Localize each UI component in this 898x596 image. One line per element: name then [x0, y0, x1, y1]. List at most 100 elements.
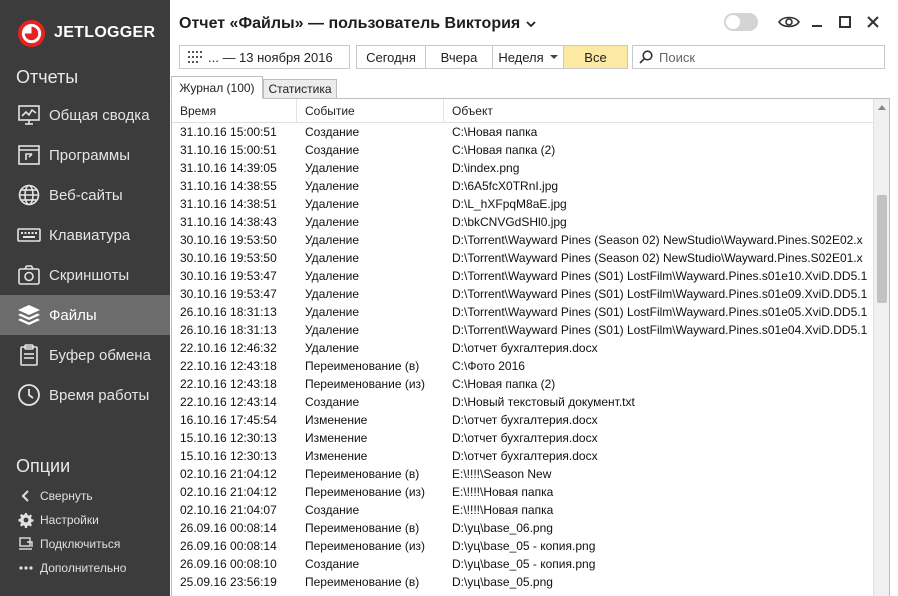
search-input[interactable]: [659, 49, 869, 65]
minimize-button[interactable]: [804, 11, 830, 33]
table-row[interactable]: 30.10.16 19:53:50 Удаление D:\Torrent\Wayw…: [172, 249, 874, 267]
event-cell: Удаление: [305, 251, 360, 265]
period-label: Сегодня: [366, 49, 416, 65]
search-icon: [639, 50, 653, 64]
date-range-picker[interactable]: ... — 13 ноября 2016: [179, 45, 350, 69]
sidebar-item-keyboard[interactable]: Клавиатура: [0, 215, 170, 255]
tab-statistics[interactable]: Статистика: [263, 79, 337, 99]
time-cell: 02.10.16 21:04:07: [180, 503, 277, 517]
table-row[interactable]: 31.10.16 14:38:43 Удаление D:\bkCNVGdSHl0.…: [172, 213, 874, 231]
connect-button[interactable]: Подключиться: [0, 532, 170, 556]
table-row[interactable]: 22.10.16 12:46:32 Удаление D:\отчет бухгал…: [172, 339, 874, 357]
table-row[interactable]: 22.10.16 12:43:18 Переименование (в) C:\Фо…: [172, 357, 874, 375]
time-cell: 31.10.16 14:38:51: [180, 197, 277, 211]
time-cell: 26.10.16 18:31:13: [180, 305, 277, 319]
close-button[interactable]: [860, 11, 886, 33]
object-cell: D:\Torrent\Wayward Pines (S01) LostFilm\…: [452, 323, 868, 337]
period-yesterday-button[interactable]: Вчера: [426, 45, 493, 69]
user-selector[interactable]: Отчет «Файлы» — пользователь Виктория: [179, 15, 536, 33]
visibility-button[interactable]: [776, 11, 802, 33]
toggle-switch[interactable]: [724, 13, 758, 31]
scroll-up-arrow-icon[interactable]: [878, 105, 886, 110]
maximize-button[interactable]: [832, 11, 858, 33]
event-cell: Переименование (в): [305, 359, 420, 373]
table-row[interactable]: 26.09.16 00:08:14 Переименование (в) D:\yц…: [172, 519, 874, 537]
sidebar-item-summary[interactable]: Общая сводка: [0, 95, 170, 135]
search-box: [632, 45, 885, 69]
table-row[interactable]: 31.10.16 14:38:51 Удаление D:\L_hXFpqM8aE.…: [172, 195, 874, 213]
object-cell: C:\Новая папка: [452, 125, 538, 139]
vertical-scrollbar[interactable]: [873, 99, 889, 596]
table-row[interactable]: 22.10.16 12:43:18 Переименование (из) C:\Н…: [172, 375, 874, 393]
table-row[interactable]: 26.09.16 00:08:10 Создание D:\yц\base_05 -…: [172, 555, 874, 573]
option-label: Свернуть: [40, 489, 93, 503]
object-cell: D:\yц\base_05.png: [452, 575, 553, 589]
more-dots-icon: [19, 566, 33, 570]
table-row[interactable]: 26.10.16 18:31:13 Удаление D:\Torrent\Wayw…: [172, 321, 874, 339]
settings-button[interactable]: Настройки: [0, 508, 170, 532]
column-header-event[interactable]: Событие: [297, 99, 444, 123]
gear-icon: [18, 513, 34, 528]
sidebar-item-files[interactable]: Файлы: [0, 295, 170, 335]
table-row[interactable]: 02.10.16 21:04:12 Переименование (из) E:\!…: [172, 483, 874, 501]
table-row[interactable]: 02.10.16 21:04:07 Создание E:\!!!!\Новая п…: [172, 501, 874, 519]
time-cell: 31.10.16 14:39:05: [180, 161, 277, 175]
time-cell: 30.10.16 19:53:50: [180, 251, 277, 265]
globe-icon: [18, 184, 40, 206]
period-all-button[interactable]: Все: [564, 45, 628, 69]
files-stack-icon: [18, 305, 40, 325]
table-row[interactable]: 16.10.16 17:45:54 Изменение D:\отчет бухга…: [172, 411, 874, 429]
object-cell: C:\Фото 2016: [452, 359, 525, 373]
more-button[interactable]: Дополнительно: [0, 556, 170, 580]
table-row[interactable]: 31.10.16 15:00:51 Создание C:\Новая папка …: [172, 141, 874, 159]
column-header-time[interactable]: Время: [172, 99, 297, 123]
collapse-button[interactable]: Свернуть: [0, 484, 170, 508]
tab-journal[interactable]: Журнал (100): [171, 76, 263, 99]
sidebar-item-clipboard[interactable]: Буфер обмена: [0, 335, 170, 375]
table-row[interactable]: 26.09.16 00:08:14 Переименование (из) D:\y…: [172, 537, 874, 555]
table-row[interactable]: 31.10.16 15:00:51 Создание C:\Новая папка: [172, 123, 874, 141]
column-header-object[interactable]: Объект: [444, 99, 874, 123]
table-row[interactable]: 15.10.16 12:30:13 Изменение D:\отчет бухга…: [172, 447, 874, 465]
time-cell: 26.09.16 00:08:14: [180, 539, 277, 553]
period-today-button[interactable]: Сегодня: [356, 45, 426, 69]
table-row[interactable]: 25.09.16 23:56:19 Переименование (в) D:\yц…: [172, 573, 874, 591]
table-row[interactable]: 30.10.16 19:53:47 Удаление D:\Torrent\Wayw…: [172, 285, 874, 303]
jetlogger-logo-icon: [17, 19, 46, 47]
minimize-icon: [812, 25, 822, 27]
event-cell: Удаление: [305, 215, 360, 229]
period-label: Все: [584, 49, 607, 65]
time-cell: 02.10.16 21:04:12: [180, 485, 277, 499]
period-buttons: Сегодня Вчера Неделя Все: [356, 45, 628, 69]
tab-bar: Журнал (100) Статистика: [170, 76, 898, 99]
object-cell: E:\!!!!\Season New: [452, 467, 552, 481]
table-row[interactable]: 15.10.16 12:30:13 Изменение D:\отчет бухга…: [172, 429, 874, 447]
table-row[interactable]: 30.10.16 19:53:47 Удаление D:\Torrent\Wayw…: [172, 267, 874, 285]
event-cell: Создание: [305, 557, 360, 571]
period-week-dropdown[interactable]: Неделя: [493, 45, 564, 69]
sidebar-item-screenshots[interactable]: Скриншоты: [0, 255, 170, 295]
object-cell: D:\yц\base_06.png: [452, 521, 553, 535]
table-header: Время Событие Объект: [172, 99, 889, 123]
sidebar-item-websites[interactable]: Веб-сайты: [0, 175, 170, 215]
reports-heading: Отчеты: [16, 67, 79, 87]
table-row[interactable]: 26.10.16 18:31:13 Удаление D:\Torrent\Wayw…: [172, 303, 874, 321]
table-row[interactable]: 31.10.16 14:38:55 Удаление D:\6A5fcX0TRnI.…: [172, 177, 874, 195]
sidebar-item-label: Файлы: [49, 306, 97, 324]
time-cell: 31.10.16 15:00:51: [180, 125, 277, 139]
table-row[interactable]: 31.10.16 14:39:05 Удаление D:\index.png: [172, 159, 874, 177]
scrollbar-thumb[interactable]: [877, 195, 887, 303]
sidebar-item-work-time[interactable]: Время работы: [0, 375, 170, 415]
table-row[interactable]: 22.10.16 12:43:14 Создание D:\Новый тексто…: [172, 393, 874, 411]
time-cell: 22.10.16 12:43:18: [180, 359, 277, 373]
sidebar-item-programs[interactable]: Программы: [0, 135, 170, 175]
table-row[interactable]: 30.10.16 19:53:50 Удаление D:\Torrent\Wayw…: [172, 231, 874, 249]
event-cell: Создание: [305, 395, 360, 409]
sidebar-item-label: Скриншоты: [49, 266, 130, 284]
time-cell: 26.10.16 18:31:13: [180, 323, 277, 337]
event-cell: Переименование (в): [305, 467, 420, 481]
time-cell: 22.10.16 12:46:32: [180, 341, 277, 355]
object-cell: D:\Torrent\Wayward Pines (S01) LostFilm\…: [452, 287, 868, 301]
event-cell: Переименование (в): [305, 575, 420, 589]
table-row[interactable]: 02.10.16 21:04:12 Переименование (в) E:\!!…: [172, 465, 874, 483]
